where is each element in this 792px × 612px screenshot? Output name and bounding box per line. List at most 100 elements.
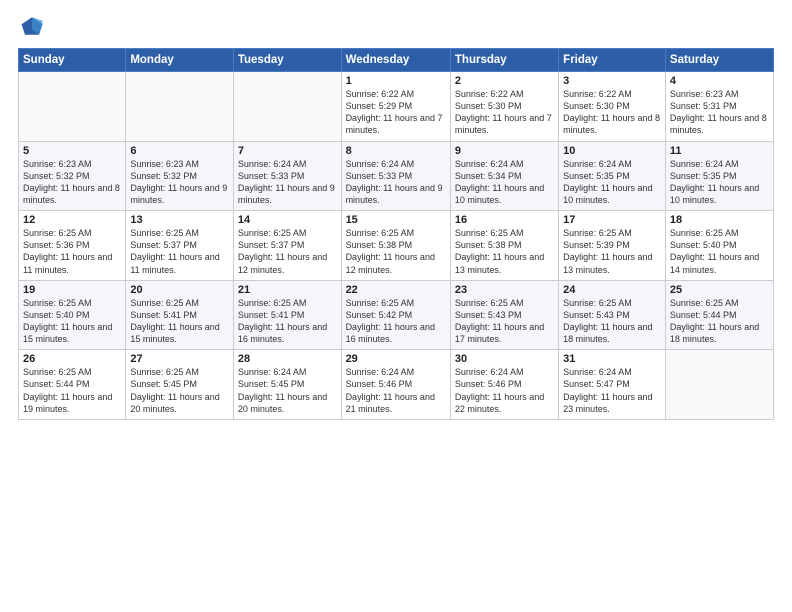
day-cell: 15Sunrise: 6:25 AMSunset: 5:38 PMDayligh…: [341, 211, 450, 281]
weekday-header-thursday: Thursday: [450, 49, 558, 72]
day-info: Sunrise: 6:24 AMSunset: 5:33 PMDaylight:…: [238, 158, 337, 207]
day-cell: 26Sunrise: 6:25 AMSunset: 5:44 PMDayligh…: [19, 350, 126, 420]
day-info: Sunrise: 6:24 AMSunset: 5:45 PMDaylight:…: [238, 366, 337, 415]
day-info: Sunrise: 6:22 AMSunset: 5:30 PMDaylight:…: [455, 88, 554, 137]
day-number: 7: [238, 145, 337, 157]
day-cell: 19Sunrise: 6:25 AMSunset: 5:40 PMDayligh…: [19, 280, 126, 350]
day-number: 19: [23, 284, 121, 296]
day-info: Sunrise: 6:24 AMSunset: 5:35 PMDaylight:…: [670, 158, 769, 207]
day-cell: 24Sunrise: 6:25 AMSunset: 5:43 PMDayligh…: [559, 280, 666, 350]
day-number: 29: [346, 353, 446, 365]
weekday-header-monday: Monday: [126, 49, 234, 72]
day-info: Sunrise: 6:24 AMSunset: 5:47 PMDaylight:…: [563, 366, 661, 415]
day-number: 10: [563, 145, 661, 157]
day-number: 3: [563, 75, 661, 87]
day-cell: 9Sunrise: 6:24 AMSunset: 5:34 PMDaylight…: [450, 141, 558, 211]
day-cell: 6Sunrise: 6:23 AMSunset: 5:32 PMDaylight…: [126, 141, 234, 211]
day-cell: 28Sunrise: 6:24 AMSunset: 5:45 PMDayligh…: [233, 350, 341, 420]
day-cell: 23Sunrise: 6:25 AMSunset: 5:43 PMDayligh…: [450, 280, 558, 350]
day-number: 23: [455, 284, 554, 296]
day-number: 22: [346, 284, 446, 296]
day-info: Sunrise: 6:23 AMSunset: 5:31 PMDaylight:…: [670, 88, 769, 137]
day-number: 18: [670, 214, 769, 226]
day-info: Sunrise: 6:25 AMSunset: 5:41 PMDaylight:…: [130, 297, 229, 346]
day-cell: 29Sunrise: 6:24 AMSunset: 5:46 PMDayligh…: [341, 350, 450, 420]
day-info: Sunrise: 6:25 AMSunset: 5:37 PMDaylight:…: [238, 227, 337, 276]
day-info: Sunrise: 6:25 AMSunset: 5:40 PMDaylight:…: [23, 297, 121, 346]
day-info: Sunrise: 6:25 AMSunset: 5:43 PMDaylight:…: [455, 297, 554, 346]
day-number: 14: [238, 214, 337, 226]
day-number: 6: [130, 145, 229, 157]
day-cell: 12Sunrise: 6:25 AMSunset: 5:36 PMDayligh…: [19, 211, 126, 281]
day-cell: [19, 72, 126, 142]
day-number: 27: [130, 353, 229, 365]
day-number: 4: [670, 75, 769, 87]
day-number: 15: [346, 214, 446, 226]
day-cell: 4Sunrise: 6:23 AMSunset: 5:31 PMDaylight…: [665, 72, 773, 142]
day-cell: [665, 350, 773, 420]
day-cell: 27Sunrise: 6:25 AMSunset: 5:45 PMDayligh…: [126, 350, 234, 420]
weekday-header-sunday: Sunday: [19, 49, 126, 72]
day-number: 2: [455, 75, 554, 87]
day-info: Sunrise: 6:23 AMSunset: 5:32 PMDaylight:…: [23, 158, 121, 207]
day-info: Sunrise: 6:25 AMSunset: 5:41 PMDaylight:…: [238, 297, 337, 346]
day-info: Sunrise: 6:25 AMSunset: 5:44 PMDaylight:…: [670, 297, 769, 346]
day-info: Sunrise: 6:25 AMSunset: 5:39 PMDaylight:…: [563, 227, 661, 276]
day-info: Sunrise: 6:24 AMSunset: 5:34 PMDaylight:…: [455, 158, 554, 207]
day-info: Sunrise: 6:24 AMSunset: 5:35 PMDaylight:…: [563, 158, 661, 207]
day-cell: 21Sunrise: 6:25 AMSunset: 5:41 PMDayligh…: [233, 280, 341, 350]
day-cell: 10Sunrise: 6:24 AMSunset: 5:35 PMDayligh…: [559, 141, 666, 211]
day-info: Sunrise: 6:25 AMSunset: 5:37 PMDaylight:…: [130, 227, 229, 276]
weekday-header-wednesday: Wednesday: [341, 49, 450, 72]
day-info: Sunrise: 6:24 AMSunset: 5:33 PMDaylight:…: [346, 158, 446, 207]
day-cell: [233, 72, 341, 142]
day-info: Sunrise: 6:25 AMSunset: 5:43 PMDaylight:…: [563, 297, 661, 346]
day-info: Sunrise: 6:24 AMSunset: 5:46 PMDaylight:…: [455, 366, 554, 415]
weekday-header-row: SundayMondayTuesdayWednesdayThursdayFrid…: [19, 49, 774, 72]
day-info: Sunrise: 6:24 AMSunset: 5:46 PMDaylight:…: [346, 366, 446, 415]
day-number: 5: [23, 145, 121, 157]
day-cell: 5Sunrise: 6:23 AMSunset: 5:32 PMDaylight…: [19, 141, 126, 211]
weekday-header-friday: Friday: [559, 49, 666, 72]
day-info: Sunrise: 6:25 AMSunset: 5:38 PMDaylight:…: [455, 227, 554, 276]
day-info: Sunrise: 6:22 AMSunset: 5:29 PMDaylight:…: [346, 88, 446, 137]
day-cell: 1Sunrise: 6:22 AMSunset: 5:29 PMDaylight…: [341, 72, 450, 142]
week-row-5: 26Sunrise: 6:25 AMSunset: 5:44 PMDayligh…: [19, 350, 774, 420]
day-cell: 3Sunrise: 6:22 AMSunset: 5:30 PMDaylight…: [559, 72, 666, 142]
day-info: Sunrise: 6:25 AMSunset: 5:42 PMDaylight:…: [346, 297, 446, 346]
day-cell: 11Sunrise: 6:24 AMSunset: 5:35 PMDayligh…: [665, 141, 773, 211]
day-cell: 14Sunrise: 6:25 AMSunset: 5:37 PMDayligh…: [233, 211, 341, 281]
day-info: Sunrise: 6:25 AMSunset: 5:38 PMDaylight:…: [346, 227, 446, 276]
day-info: Sunrise: 6:22 AMSunset: 5:30 PMDaylight:…: [563, 88, 661, 137]
day-number: 30: [455, 353, 554, 365]
day-number: 13: [130, 214, 229, 226]
week-row-3: 12Sunrise: 6:25 AMSunset: 5:36 PMDayligh…: [19, 211, 774, 281]
day-number: 28: [238, 353, 337, 365]
day-cell: 16Sunrise: 6:25 AMSunset: 5:38 PMDayligh…: [450, 211, 558, 281]
day-cell: 31Sunrise: 6:24 AMSunset: 5:47 PMDayligh…: [559, 350, 666, 420]
day-cell: 20Sunrise: 6:25 AMSunset: 5:41 PMDayligh…: [126, 280, 234, 350]
day-number: 8: [346, 145, 446, 157]
logo: [18, 12, 50, 40]
day-cell: 13Sunrise: 6:25 AMSunset: 5:37 PMDayligh…: [126, 211, 234, 281]
day-cell: [126, 72, 234, 142]
day-cell: 8Sunrise: 6:24 AMSunset: 5:33 PMDaylight…: [341, 141, 450, 211]
day-number: 12: [23, 214, 121, 226]
weekday-header-tuesday: Tuesday: [233, 49, 341, 72]
week-row-1: 1Sunrise: 6:22 AMSunset: 5:29 PMDaylight…: [19, 72, 774, 142]
weekday-header-saturday: Saturday: [665, 49, 773, 72]
week-row-4: 19Sunrise: 6:25 AMSunset: 5:40 PMDayligh…: [19, 280, 774, 350]
day-number: 9: [455, 145, 554, 157]
day-cell: 25Sunrise: 6:25 AMSunset: 5:44 PMDayligh…: [665, 280, 773, 350]
calendar: SundayMondayTuesdayWednesdayThursdayFrid…: [18, 48, 774, 420]
logo-icon: [18, 12, 46, 40]
day-number: 31: [563, 353, 661, 365]
day-number: 17: [563, 214, 661, 226]
day-cell: 7Sunrise: 6:24 AMSunset: 5:33 PMDaylight…: [233, 141, 341, 211]
day-cell: 30Sunrise: 6:24 AMSunset: 5:46 PMDayligh…: [450, 350, 558, 420]
day-info: Sunrise: 6:25 AMSunset: 5:45 PMDaylight:…: [130, 366, 229, 415]
day-info: Sunrise: 6:25 AMSunset: 5:44 PMDaylight:…: [23, 366, 121, 415]
day-number: 11: [670, 145, 769, 157]
day-number: 16: [455, 214, 554, 226]
day-info: Sunrise: 6:25 AMSunset: 5:40 PMDaylight:…: [670, 227, 769, 276]
